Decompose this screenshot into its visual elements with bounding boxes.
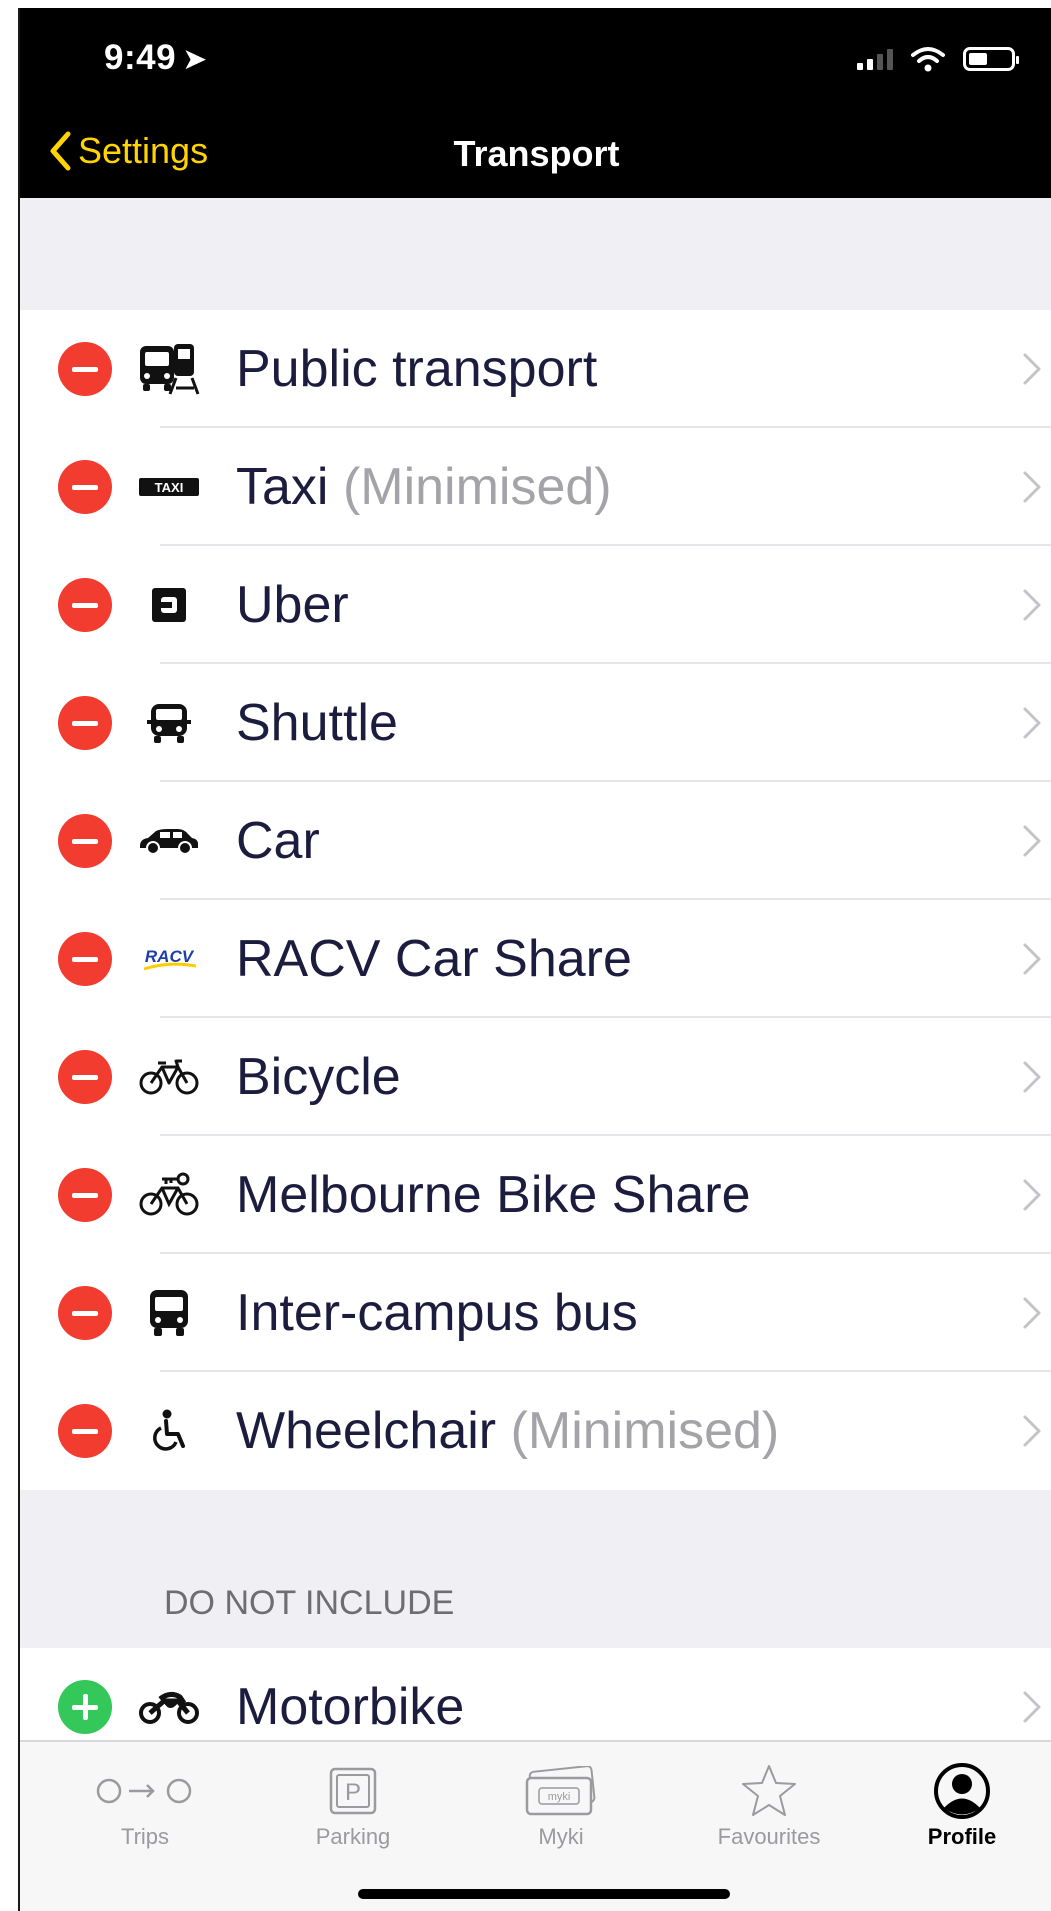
racv-icon: RACV xyxy=(138,932,200,986)
trips-icon xyxy=(96,1778,192,1804)
parking-icon: P xyxy=(329,1767,377,1815)
chevron-right-icon xyxy=(1021,1295,1043,1331)
remove-mode-button[interactable] xyxy=(58,460,112,514)
myki-icon: myki xyxy=(525,1766,596,1816)
tab-bar: Trips P Parking myki Myki Favourites Pro… xyxy=(20,1740,1051,1911)
home-indicator xyxy=(358,1889,730,1899)
remove-mode-button[interactable] xyxy=(58,696,112,750)
location-arrow-icon: ➤ xyxy=(182,43,208,76)
chevron-right-icon xyxy=(1021,823,1043,859)
public-transport-icon xyxy=(138,342,200,396)
parking-icon-text: P xyxy=(345,1779,361,1806)
mode-name: Inter-campus bus xyxy=(236,1284,638,1342)
mode-label: Shuttle xyxy=(236,693,398,753)
mode-label: Bicycle xyxy=(236,1047,401,1107)
taxi-icon: TAXI xyxy=(138,460,200,514)
tab-favourites[interactable]: Favourites xyxy=(674,1760,864,1850)
tab-label: Favourites xyxy=(717,1824,821,1849)
remove-mode-button[interactable] xyxy=(58,814,112,868)
mode-row[interactable]: Inter-campus bus xyxy=(20,1254,1051,1372)
mode-note: (Minimised) xyxy=(342,458,612,516)
chevron-right-icon xyxy=(1021,1177,1043,1213)
mode-row[interactable]: TAXI Taxi (Minimised) xyxy=(20,428,1051,546)
mode-name: Public transport xyxy=(236,340,598,398)
included-modes-list: Public transport TAXI Taxi (Minimised) Uber… xyxy=(20,310,1051,1490)
mode-label: Car xyxy=(236,811,320,871)
tab-label: Parking xyxy=(315,1824,391,1849)
status-icons xyxy=(857,42,1019,76)
chevron-right-icon xyxy=(1021,705,1043,741)
mode-name: Motorbike xyxy=(236,1678,465,1736)
mode-label: Public transport xyxy=(236,339,597,399)
mode-label: Wheelchair (Minimised) xyxy=(236,1401,779,1461)
mode-label: Motorbike xyxy=(236,1677,464,1737)
bicycle-icon xyxy=(138,1050,200,1104)
chevron-right-icon xyxy=(1021,351,1043,387)
mode-row[interactable]: Uber xyxy=(20,546,1051,664)
mode-name: Taxi xyxy=(236,458,329,516)
chevron-right-icon xyxy=(1021,941,1043,977)
page-title: Transport xyxy=(453,133,620,174)
chevron-right-icon xyxy=(1021,1059,1043,1095)
battery-icon xyxy=(963,47,1019,71)
mode-label: Melbourne Bike Share xyxy=(236,1165,751,1225)
remove-mode-button[interactable] xyxy=(58,342,112,396)
mode-name: RACV Car Share xyxy=(236,930,632,988)
uber-icon xyxy=(138,578,200,632)
mode-row[interactable]: Melbourne Bike Share xyxy=(20,1136,1051,1254)
mode-row[interactable]: RACV RACV Car Share xyxy=(20,900,1051,1018)
star-icon xyxy=(742,1765,796,1816)
chevron-right-icon xyxy=(1021,1413,1043,1449)
remove-mode-button[interactable] xyxy=(58,1168,112,1222)
mode-name: Car xyxy=(236,812,320,870)
tab-label: Trips xyxy=(120,1824,170,1849)
mode-name: Shuttle xyxy=(236,694,398,752)
mode-row[interactable]: Shuttle xyxy=(20,664,1051,782)
taxi-icon-text: TAXI xyxy=(155,480,184,495)
wifi-icon xyxy=(911,47,945,72)
tab-profile[interactable]: Profile xyxy=(882,1760,1042,1850)
mode-name: Wheelchair xyxy=(236,1402,497,1460)
profile-icon xyxy=(934,1763,990,1819)
chevron-right-icon xyxy=(1021,469,1043,505)
car-icon xyxy=(138,814,200,868)
tab-label: Myki xyxy=(538,1824,584,1849)
bike-share-icon xyxy=(138,1168,200,1222)
status-time: 9:49 ➤ xyxy=(104,38,208,78)
tab-trips[interactable]: Trips xyxy=(50,1760,240,1850)
mode-name: Melbourne Bike Share xyxy=(236,1166,751,1224)
add-mode-button[interactable] xyxy=(58,1680,112,1734)
mode-row[interactable]: Bicycle xyxy=(20,1018,1051,1136)
bus-icon xyxy=(138,1286,200,1340)
mode-label: RACV Car Share xyxy=(236,929,632,989)
motorbike-icon xyxy=(138,1680,200,1734)
top-bar: 9:49 ➤ Settings Transport xyxy=(20,8,1051,198)
shuttle-icon xyxy=(138,696,200,750)
remove-mode-button[interactable] xyxy=(58,1050,112,1104)
remove-mode-button[interactable] xyxy=(58,578,112,632)
mode-note: (Minimised) xyxy=(510,1402,780,1460)
myki-icon-text: myki xyxy=(548,1791,571,1803)
status-time-text: 9:49 xyxy=(104,38,177,77)
mode-label: Inter-campus bus xyxy=(236,1283,638,1343)
remove-mode-button[interactable] xyxy=(58,1404,112,1458)
section-header-do-not-include: DO NOT INCLUDE xyxy=(164,1584,455,1622)
mode-row[interactable]: Public transport xyxy=(20,310,1051,428)
remove-mode-button[interactable] xyxy=(58,1286,112,1340)
mode-name: Bicycle xyxy=(236,1048,401,1106)
wheelchair-icon xyxy=(138,1404,200,1458)
chevron-right-icon xyxy=(1021,587,1043,623)
tab-myki[interactable]: myki Myki xyxy=(466,1760,656,1850)
tab-label: Profile xyxy=(927,1824,997,1849)
remove-mode-button[interactable] xyxy=(58,932,112,986)
mode-label: Uber xyxy=(236,575,349,635)
cellular-signal-icon xyxy=(857,48,893,70)
tab-parking[interactable]: P Parking xyxy=(258,1760,448,1850)
mode-name: Uber xyxy=(236,576,349,634)
mode-row[interactable]: Wheelchair (Minimised) xyxy=(20,1372,1051,1490)
transport-settings-screen: 9:49 ➤ Settings Transport Public transpor… xyxy=(18,8,1051,1911)
mode-row[interactable]: Car xyxy=(20,782,1051,900)
mode-label: Taxi (Minimised) xyxy=(236,457,612,517)
chevron-right-icon xyxy=(1021,1689,1043,1725)
